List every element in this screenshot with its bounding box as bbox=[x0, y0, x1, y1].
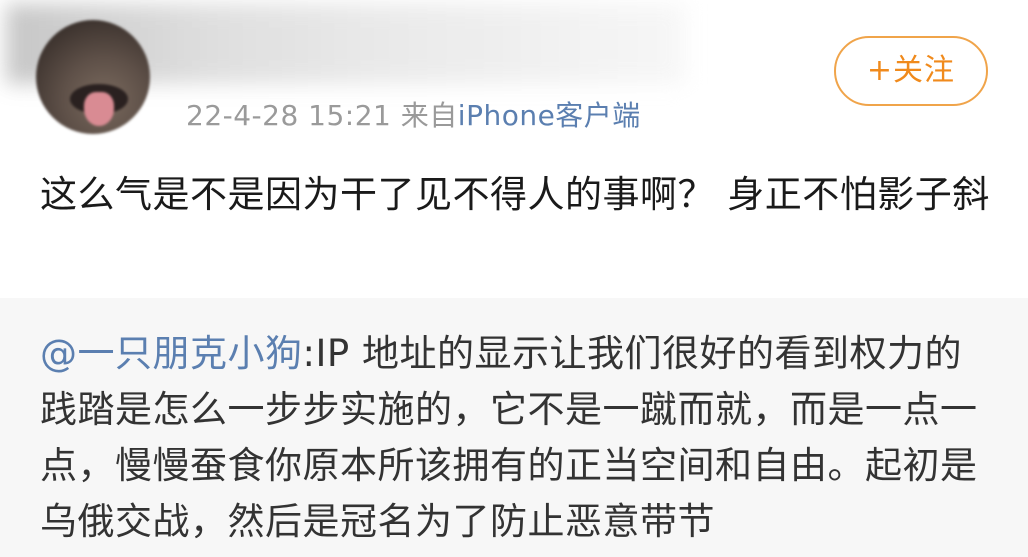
post-timestamp: 22-4-28 15:21 bbox=[186, 99, 392, 132]
repost-body: @一只朋克小狗:IP 地址的显示让我们很好的看到权力的践踏是怎么一步步实施的，它… bbox=[40, 326, 990, 550]
weibo-post-card: 22-4-28 15:21 来自iPhone客户端 +关注 这么气是不是因为干了… bbox=[0, 0, 1028, 557]
post-body-text: 这么气是不是因为干了见不得人的事啊？ 身正不怕影子斜 bbox=[40, 173, 990, 216]
avatar[interactable] bbox=[36, 20, 150, 134]
mention-separator: : bbox=[302, 332, 316, 375]
reposted-content[interactable]: @一只朋克小狗:IP 地址的显示让我们很好的看到权力的践踏是怎么一步步实施的，它… bbox=[0, 298, 1028, 557]
source-app-link[interactable]: iPhone客户端 bbox=[458, 99, 641, 132]
source-prefix: 来自 bbox=[400, 99, 458, 132]
follow-button[interactable]: +关注 bbox=[834, 36, 988, 106]
post-meta: 22-4-28 15:21 来自iPhone客户端 bbox=[186, 96, 641, 136]
mention-link[interactable]: @一只朋克小狗 bbox=[40, 332, 303, 375]
avatar-tongue bbox=[84, 92, 114, 126]
